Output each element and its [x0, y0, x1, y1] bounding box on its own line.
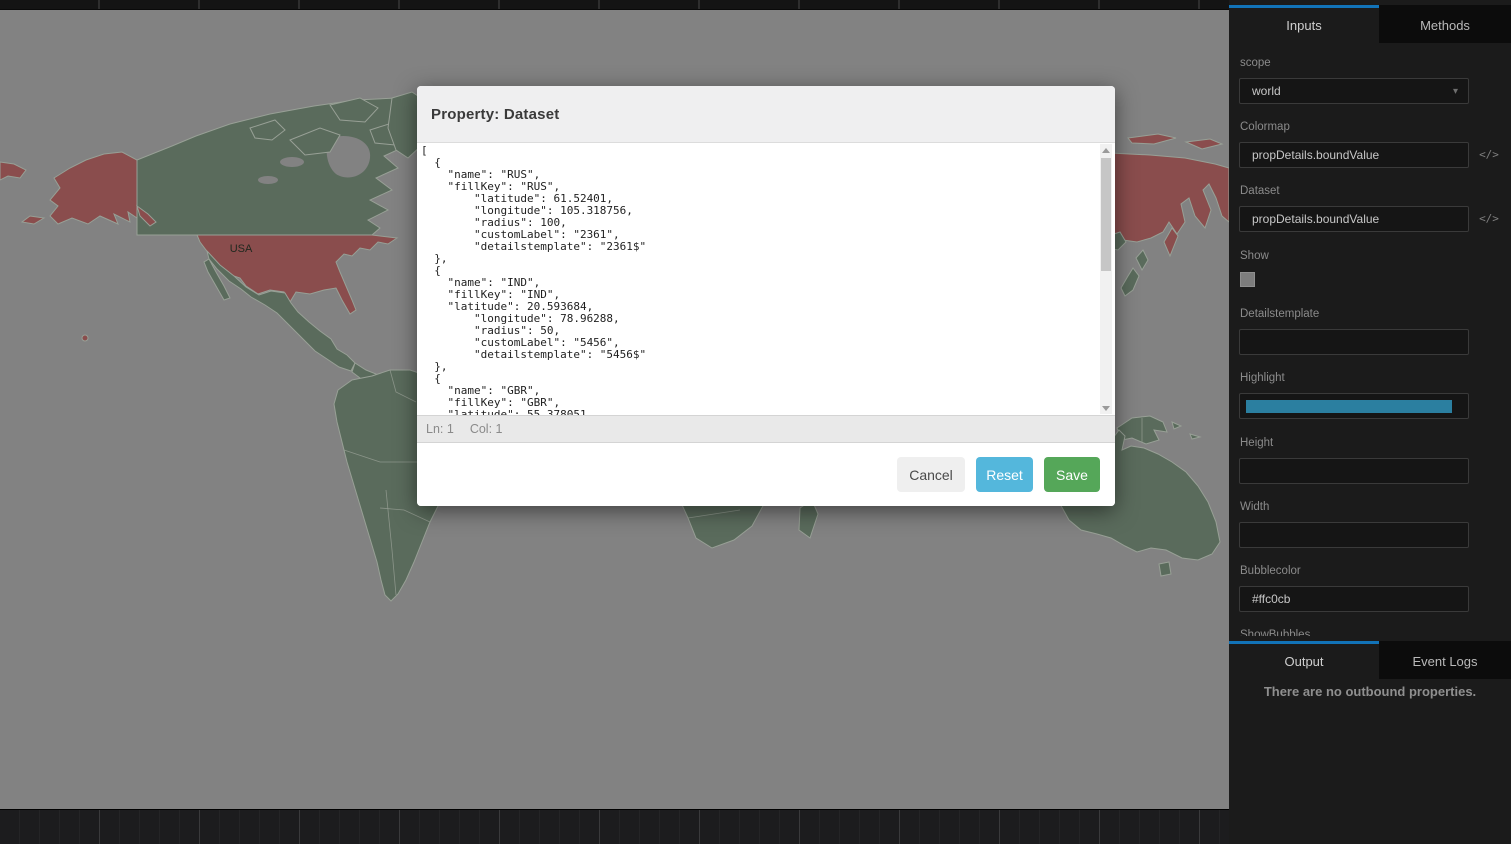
usa-hawaii[interactable] [82, 335, 88, 341]
width-input[interactable] [1239, 522, 1469, 548]
width-label: Width [1240, 501, 1269, 513]
dialog-footer: Cancel Reset Save [417, 443, 1115, 506]
country-japan-main[interactable] [1121, 268, 1139, 296]
lake [258, 176, 278, 184]
editor-scrollbar[interactable] [1100, 144, 1112, 414]
code-icon[interactable]: </> [1477, 212, 1501, 225]
bubblecolor-input[interactable] [1239, 586, 1469, 612]
editor-statusbar: Ln: 1 Col: 1 [417, 416, 1115, 443]
inputs-tabbar: Inputs Methods [1229, 0, 1511, 43]
tab-event-logs[interactable]: Event Logs [1379, 641, 1511, 679]
output-panel: Output Event Logs There are no outbound … [1229, 636, 1511, 844]
usa-alaska[interactable] [50, 152, 137, 224]
russia-arctic-island[interactable] [1128, 134, 1176, 144]
pacific-island[interactable] [1190, 434, 1200, 439]
scope-select[interactable]: world ▾ [1239, 78, 1469, 104]
tab-methods[interactable]: Methods [1379, 5, 1511, 43]
property-dataset-dialog: Property: Dataset [ { "name": "RUS", "fi… [417, 86, 1115, 506]
line-indicator: Ln: 1 [426, 422, 454, 436]
bubblecolor-label: Bubblecolor [1240, 565, 1301, 577]
dataset-label: Dataset [1240, 185, 1280, 197]
no-outbound-properties-message: There are no outbound properties. [1229, 684, 1511, 699]
json-code-editor[interactable]: [ { "name": "RUS", "fillKey": "RUS", "la… [417, 143, 1115, 416]
russia-arctic-island-2[interactable] [1186, 139, 1222, 149]
scope-label: scope [1240, 57, 1271, 69]
highlight-value-bar [1246, 400, 1452, 413]
reset-button[interactable]: Reset [976, 457, 1033, 492]
show-label: Show [1240, 250, 1269, 262]
usa-aleutians[interactable] [22, 216, 44, 224]
country-japan-north[interactable] [1136, 250, 1148, 270]
output-tabbar: Output Event Logs [1229, 636, 1511, 679]
scroll-down-icon[interactable] [1100, 402, 1112, 414]
scroll-up-icon[interactable] [1100, 144, 1112, 156]
lake [280, 157, 304, 167]
colormap-label: Colormap [1240, 121, 1290, 133]
chevron-down-icon: ▾ [1453, 86, 1458, 97]
cancel-button[interactable]: Cancel [897, 457, 965, 492]
scope-selected-value: world [1252, 84, 1281, 98]
russia-chukotka-wrap[interactable] [0, 162, 26, 180]
timeline-ruler [0, 809, 1229, 844]
code-icon[interactable]: </> [1477, 148, 1501, 161]
detailstemplate-label: Detailstemplate [1240, 308, 1319, 320]
country-canada[interactable] [137, 98, 416, 235]
save-button[interactable]: Save [1044, 457, 1100, 492]
country-tasmania[interactable] [1159, 562, 1171, 576]
dataset-input[interactable] [1239, 206, 1469, 232]
highlight-input[interactable] [1239, 393, 1469, 419]
column-indicator: Col: 1 [470, 422, 503, 436]
highlight-label: Highlight [1240, 372, 1285, 384]
dialog-header: Property: Dataset [417, 86, 1115, 143]
height-input[interactable] [1239, 458, 1469, 484]
app-window: USA [0, 0, 1511, 844]
height-label: Height [1240, 437, 1273, 449]
top-ruler [0, 0, 1229, 10]
tab-inputs[interactable]: Inputs [1229, 5, 1379, 43]
pacific-island[interactable] [1172, 422, 1181, 429]
colormap-input[interactable] [1239, 142, 1469, 168]
show-checkbox[interactable] [1240, 272, 1255, 287]
usa-map-label: USA [230, 243, 253, 255]
scrollbar-thumb[interactable] [1101, 158, 1111, 271]
detailstemplate-input[interactable] [1239, 329, 1469, 355]
json-code-content[interactable]: [ { "name": "RUS", "fillKey": "RUS", "la… [417, 143, 1115, 416]
tab-output[interactable]: Output [1229, 641, 1379, 679]
dialog-title: Property: Dataset [431, 106, 559, 123]
properties-sidebar: Inputs Methods scope world ▾ Colormap </… [1229, 0, 1511, 844]
